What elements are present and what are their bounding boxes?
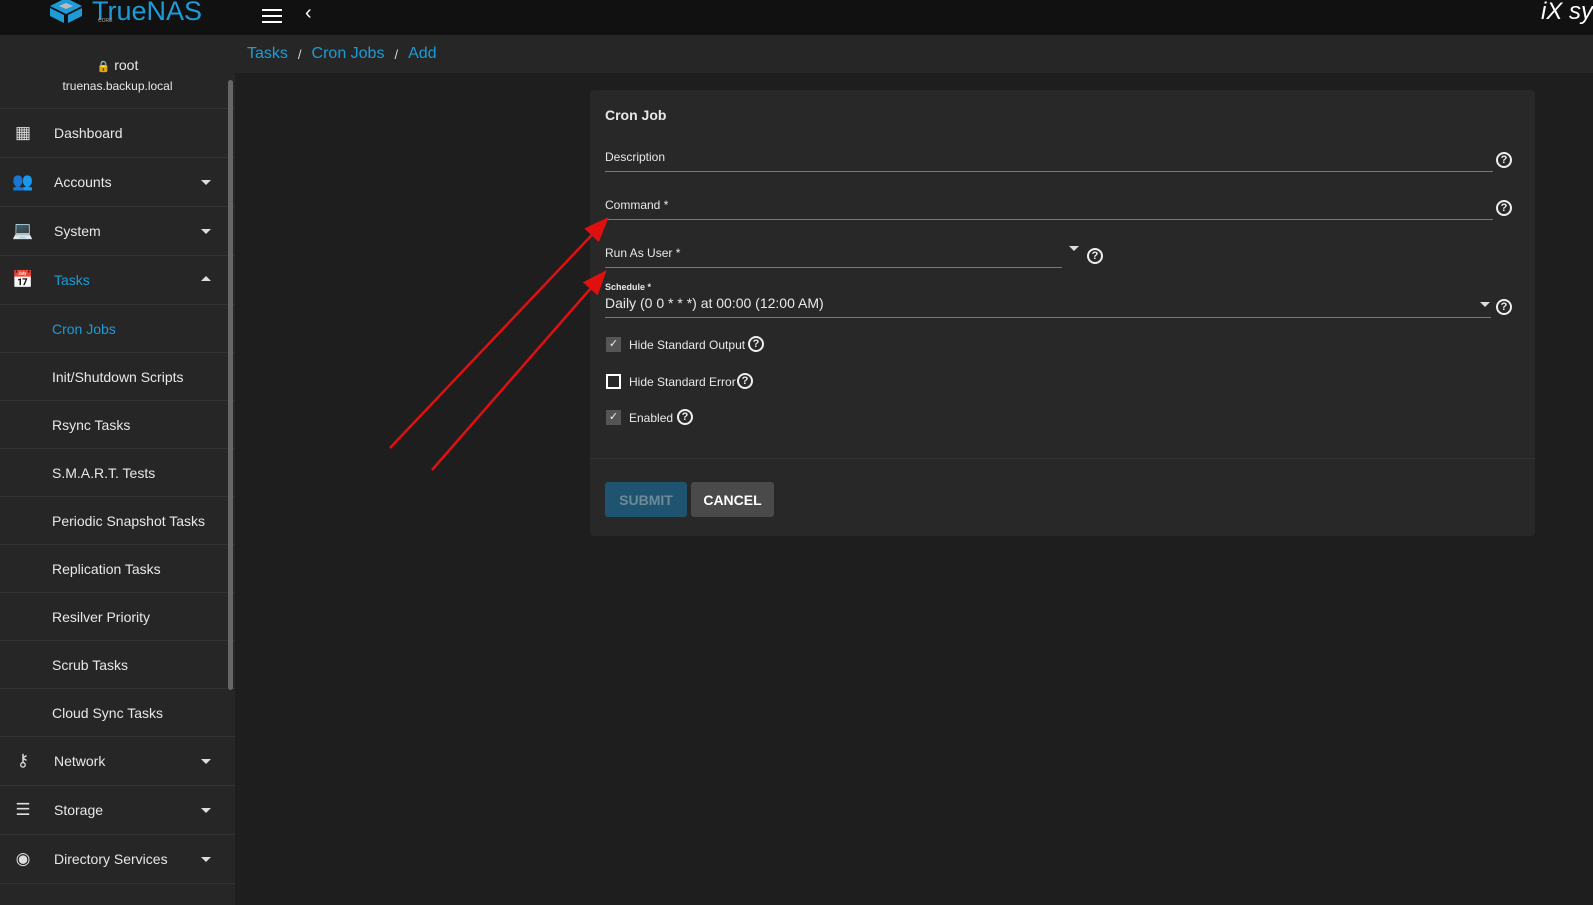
red-arrow <box>389 217 609 449</box>
red-arrow <box>431 270 607 471</box>
annotation-arrows <box>389 217 609 471</box>
